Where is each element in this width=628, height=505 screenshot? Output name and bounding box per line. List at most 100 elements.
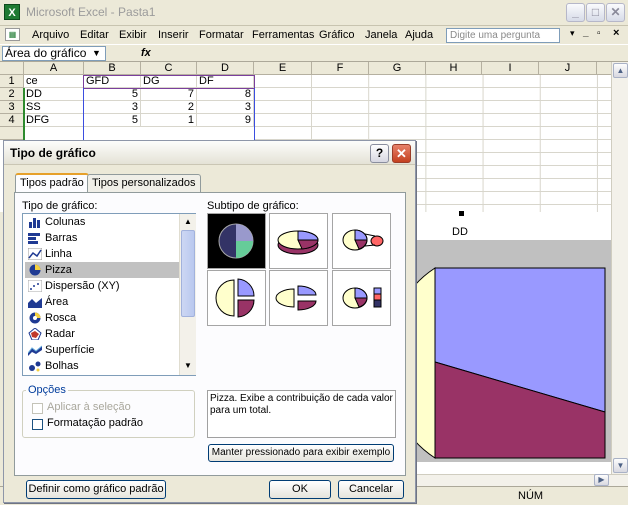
- dialog-title-bar[interactable]: Tipo de gráfico ? ✕: [4, 141, 415, 165]
- list-item-colunas[interactable]: Colunas: [25, 214, 180, 230]
- list-scrollbar[interactable]: ▲ ▼: [179, 214, 196, 375]
- menu-ferramentas[interactable]: Ferramentas: [252, 26, 314, 44]
- formula-bar: Área do gráfico ▼ fx: [0, 44, 628, 62]
- chart-subtype-label: Subtipo de gráfico:: [207, 200, 299, 212]
- list-item-bolhas[interactable]: Bolhas: [25, 358, 180, 374]
- default-formatting-checkbox[interactable]: [32, 419, 43, 430]
- cancel-button[interactable]: Cancelar: [338, 480, 404, 499]
- list-item-label: Dispersão (XY): [45, 280, 120, 292]
- list-item-dispersao[interactable]: Dispersão (XY): [25, 278, 180, 294]
- list-item-area[interactable]: Área: [25, 294, 180, 310]
- column-header[interactable]: H: [426, 62, 482, 75]
- ask-dropdown-icon[interactable]: ▾: [570, 28, 575, 39]
- tab-custom-types[interactable]: Tipos personalizados: [87, 174, 201, 192]
- row-header[interactable]: 1: [0, 75, 24, 88]
- surface-chart-icon: [28, 345, 42, 356]
- pie-chart-icon: [29, 264, 41, 276]
- select-all-corner[interactable]: [0, 62, 24, 75]
- list-item-rosca[interactable]: Rosca: [25, 310, 180, 326]
- list-item-superficie[interactable]: Superfície: [25, 342, 180, 358]
- num-lock-indicator: NÚM: [518, 490, 544, 502]
- menu-arquivo[interactable]: Arquivo: [32, 26, 69, 44]
- cell-A1[interactable]: ce: [24, 75, 84, 88]
- excel-app-icon[interactable]: X: [4, 4, 20, 20]
- apply-selection-checkbox[interactable]: [32, 403, 43, 414]
- column-header[interactable]: A: [24, 62, 84, 75]
- vertical-scrollbar[interactable]: ▲ ▼: [611, 62, 628, 474]
- list-item-barras[interactable]: Barras: [25, 230, 180, 246]
- area-chart-icon: [28, 298, 42, 308]
- maximize-button[interactable]: □: [586, 3, 605, 22]
- column-header[interactable]: G: [369, 62, 426, 75]
- name-box[interactable]: Área do gráfico: [2, 46, 106, 61]
- subtype-pie-of-pie[interactable]: [332, 213, 391, 269]
- ok-button[interactable]: OK: [269, 480, 331, 499]
- list-scroll-down-icon[interactable]: ▼: [181, 359, 195, 373]
- menu-grafico[interactable]: Gráfico: [319, 26, 354, 44]
- help-icon[interactable]: ?: [370, 144, 389, 163]
- scroll-right-icon[interactable]: ▶: [594, 474, 609, 486]
- column-header[interactable]: E: [254, 62, 312, 75]
- ask-question-input[interactable]: Digite uma pergunta: [446, 28, 560, 43]
- doughnut-chart-icon: [29, 312, 41, 324]
- doc-restore-icon[interactable]: ▫: [597, 28, 601, 39]
- sheet-menu-icon[interactable]: ▦: [5, 28, 20, 41]
- list-item-pizza[interactable]: Pizza: [25, 262, 180, 278]
- doc-close-icon[interactable]: ×: [613, 27, 619, 39]
- scroll-up-icon[interactable]: ▲: [613, 63, 628, 78]
- column-header-partial[interactable]: [597, 62, 612, 75]
- apply-selection-label: Aplicar à seleção: [47, 401, 131, 413]
- menu-formatar[interactable]: Formatar: [199, 26, 244, 44]
- menu-exibir[interactable]: Exibir: [119, 26, 147, 44]
- close-button[interactable]: ✕: [606, 3, 625, 22]
- name-box-dropdown-icon[interactable]: ▼: [92, 48, 101, 58]
- list-scroll-thumb[interactable]: [181, 230, 195, 317]
- scroll-down-icon[interactable]: ▼: [613, 458, 628, 473]
- row-header[interactable]: 2: [0, 88, 24, 101]
- row-header[interactable]: 3: [0, 101, 24, 114]
- row-header[interactable]: 4: [0, 114, 24, 127]
- dialog-title: Tipo de gráfico: [10, 146, 96, 160]
- chart-description: Pizza. Exibe a contribuição de cada valo…: [207, 390, 396, 438]
- subtype-exploded-pie[interactable]: [207, 270, 266, 326]
- fx-icon[interactable]: fx: [141, 47, 151, 59]
- options-legend: Opções: [26, 384, 68, 396]
- menu-janela[interactable]: Janela: [365, 26, 397, 44]
- list-item-linha[interactable]: Linha: [25, 246, 180, 262]
- list-item-label: Bolhas: [45, 360, 79, 372]
- doc-minimize-icon[interactable]: _: [583, 27, 589, 38]
- subtype-3d-pie[interactable]: [269, 213, 328, 269]
- column-header[interactable]: D: [197, 62, 254, 75]
- list-scroll-up-icon[interactable]: ▲: [181, 215, 195, 229]
- column-header[interactable]: J: [539, 62, 597, 75]
- row-header[interactable]: [0, 127, 24, 140]
- pie-subtype-icon: [218, 223, 254, 259]
- chart-title[interactable]: DD: [452, 226, 468, 238]
- list-item-label: Barras: [45, 232, 78, 244]
- subtype-3d-exploded-pie[interactable]: [269, 270, 328, 326]
- dialog-close-icon[interactable]: ✕: [392, 144, 411, 163]
- subtype-bar-of-pie[interactable]: [332, 270, 391, 326]
- minimize-button[interactable]: _: [566, 3, 585, 22]
- set-default-chart-button[interactable]: Definir como gráfico padrão: [26, 480, 166, 499]
- menu-editar[interactable]: Editar: [80, 26, 109, 44]
- pie-of-pie-subtype-icon: [342, 229, 384, 251]
- chart-type-list[interactable]: Colunas Barras Linha Pizza Dispersão (XY…: [22, 213, 196, 376]
- list-item-label: Área: [45, 296, 69, 308]
- tab-standard-types[interactable]: Tipos padrão: [15, 173, 89, 193]
- column-header[interactable]: F: [312, 62, 369, 75]
- list-item-radar[interactable]: Radar: [25, 326, 180, 342]
- radar-chart-icon: [28, 328, 42, 340]
- subtype-pie[interactable]: [207, 213, 266, 269]
- hold-to-preview-button[interactable]: Manter pressionado para exibir exemplo: [208, 444, 394, 462]
- menu-inserir[interactable]: Inserir: [158, 26, 189, 44]
- column-header[interactable]: C: [141, 62, 197, 75]
- column-header[interactable]: B: [84, 62, 141, 75]
- list-item-label: Rosca: [45, 312, 77, 324]
- column-header[interactable]: I: [482, 62, 539, 75]
- column-chart-icon: [29, 218, 40, 228]
- exploded-3d-pie-subtype-icon: [275, 285, 317, 311]
- menu-ajuda[interactable]: Ajuda: [405, 26, 433, 44]
- chart-selection-handle[interactable]: [459, 211, 464, 216]
- window-title: Microsoft Excel - Pasta1: [26, 5, 156, 19]
